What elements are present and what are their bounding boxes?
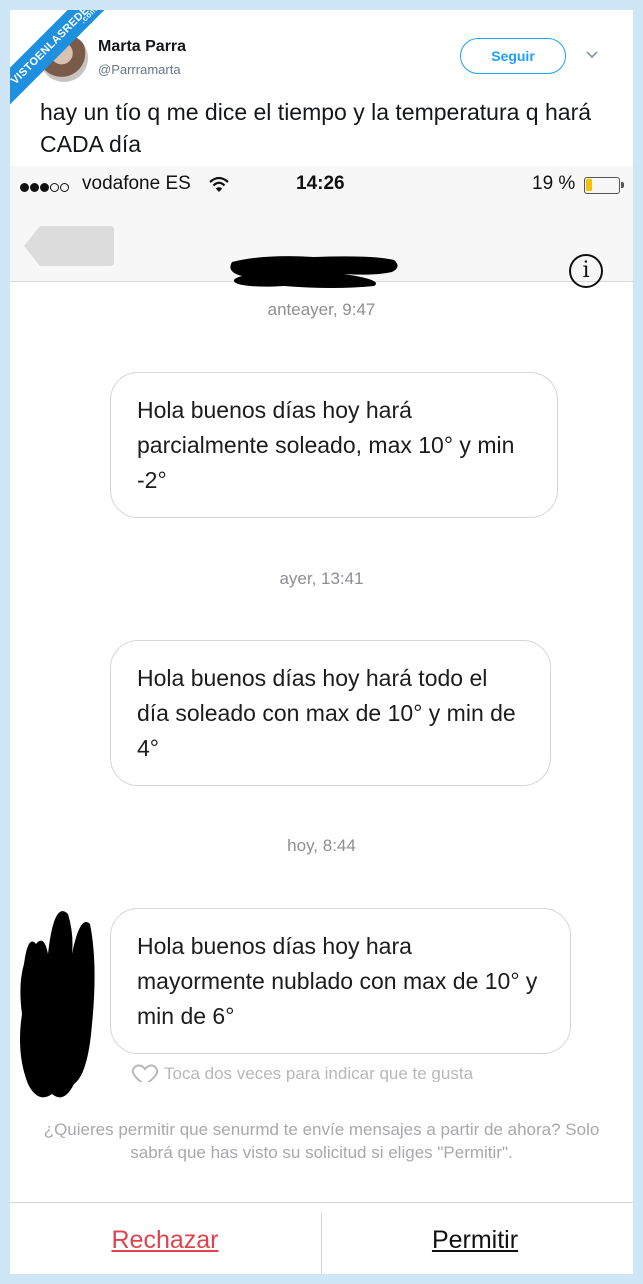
like-hint-text: Toca dos veces para indicar que te gusta xyxy=(164,1064,474,1082)
battery-level xyxy=(586,179,592,191)
info-icon[interactable]: i xyxy=(569,254,603,288)
status-bar: vodafone ES 14:26 19 % xyxy=(10,166,633,202)
double-tap-like-hint[interactable]: Toca dos veces para indicar que te gusta xyxy=(130,1064,473,1082)
message-bubble[interactable]: Hola buenos días hoy hara mayormente nub… xyxy=(110,908,571,1054)
battery-percentage: 19 % xyxy=(532,173,576,194)
message-timestamp: anteayer, 9:47 xyxy=(267,300,376,319)
follow-button[interactable]: Seguir xyxy=(460,38,566,74)
message-bubble[interactable]: Hola buenos días hoy hará parcialmente s… xyxy=(110,372,558,518)
wifi-icon xyxy=(209,176,229,192)
tweet-card: VISTOENLASREDES .com Marta Parra @Parrra… xyxy=(10,10,633,1274)
divider xyxy=(10,1202,633,1203)
message-timestamp: hoy, 8:44 xyxy=(287,836,356,855)
reject-button[interactable]: Rechazar xyxy=(70,1226,260,1255)
tweet-text: hay un tío q me dice el tiempo y la temp… xyxy=(40,99,592,157)
message-bubble[interactable]: Hola buenos días hoy hará todo el día so… xyxy=(110,640,551,786)
heart-icon xyxy=(131,1064,159,1082)
divider xyxy=(321,1212,322,1274)
carrier-name: vodafone ES xyxy=(82,173,191,194)
chat-header: i xyxy=(10,202,633,288)
accept-button[interactable]: Permitir xyxy=(380,1226,570,1255)
battery-icon xyxy=(584,177,624,194)
author-name[interactable]: Marta Parra xyxy=(98,38,186,56)
redaction-scribble xyxy=(20,911,95,1098)
message-request-prompt: ¿Quieres permitir que senurmd te envíe m… xyxy=(43,1120,600,1162)
signal-strength-icon xyxy=(20,179,70,197)
chevron-down-icon[interactable] xyxy=(584,46,600,62)
back-arrow-icon[interactable] xyxy=(22,222,116,270)
chat-screenshot: vodafone ES 14:26 19 % i anteayer, 9:47 … xyxy=(10,166,633,1274)
redacted-contact-name xyxy=(230,256,398,288)
message-timestamp: ayer, 13:41 xyxy=(279,569,364,588)
author-handle[interactable]: @Parrramarta xyxy=(98,62,181,77)
status-time: 14:26 xyxy=(296,173,345,194)
